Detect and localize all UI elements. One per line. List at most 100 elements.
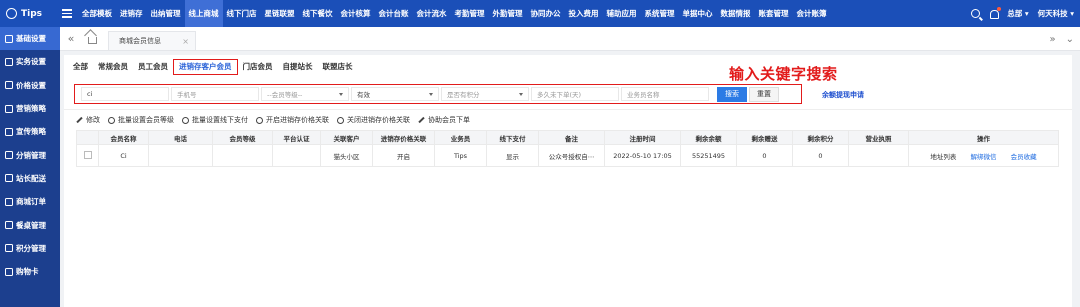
col-balance[interactable]: 剩余余额 [680, 130, 737, 145]
enable-price-link-button[interactable]: 开启进销存价格关联 [256, 115, 329, 125]
nav-item-office[interactable]: 协同办公 [527, 0, 565, 27]
phone-input[interactable]: 手机号 [171, 87, 259, 101]
brand-name: Tips [21, 8, 43, 19]
sidebar-item-distribution[interactable]: 分销管理 [0, 143, 60, 166]
table-row[interactable]: Ci 猫头小区 开启 Tips 显示 公众号授权自⋯ 2022-05-10 17… [76, 144, 1059, 167]
disable-price-link-button[interactable]: 关闭进销存价格关联 [337, 115, 410, 125]
bell-icon[interactable] [989, 6, 1002, 19]
status-select[interactable]: 有效 [351, 87, 439, 101]
sidebar-item-points[interactable]: 积分管理 [0, 237, 60, 260]
nav-item-offline-dining[interactable]: 线下餐饮 [299, 0, 337, 27]
cell-member-name: Ci [98, 144, 149, 167]
nav-item-online-mall[interactable]: 线上商城 [184, 0, 223, 27]
gear-icon [108, 116, 115, 124]
close-icon[interactable]: × [182, 37, 189, 46]
chart-icon [5, 244, 13, 253]
tab-all[interactable]: 全部 [68, 59, 93, 75]
nav-item-attendance[interactable]: 考勤管理 [451, 0, 489, 27]
nav-item-inventory[interactable]: 进销存 [116, 0, 147, 27]
nav-item-accounting[interactable]: 会计核算 [337, 0, 375, 27]
nav-item-star-alliance[interactable]: 星链联盟 [261, 0, 299, 27]
nav-item-system[interactable]: 系统管理 [641, 0, 679, 27]
chart-icon [5, 267, 13, 276]
sidebar-item-mall-orders[interactable]: 商城订单 [0, 190, 60, 213]
nav-item-offline-store[interactable]: 线下门店 [223, 0, 261, 27]
nav-item-books[interactable]: 会计账簿 [793, 0, 831, 27]
col-member-name[interactable]: 会员名称 [98, 130, 149, 145]
tabs-scroll-left-icon[interactable]: « [60, 32, 82, 45]
col-gift[interactable]: 剩余赠送 [736, 130, 793, 145]
nav-item-expenses[interactable]: 投入费用 [565, 0, 603, 27]
tab-inventory-customer-members[interactable]: 进销存客户会员 [173, 59, 238, 75]
chevron-down-icon [429, 92, 433, 96]
col-price-link: 进销存价格关联 [372, 130, 435, 145]
nav-item-all-templates[interactable]: 全部模板 [78, 0, 116, 27]
company-selector[interactable]: 何天科技 ▾ [1038, 8, 1074, 19]
unbind-wechat-link[interactable]: 解绑微信 [971, 153, 997, 161]
edit-button[interactable]: 修改 [76, 115, 100, 125]
nav-item-documents[interactable]: 单据中心 [679, 0, 717, 27]
pencil-icon [418, 116, 425, 124]
table-header-row: 会员名称 电话 会员等级 平台认证 关联客户 进销存价格关联 业务员 线下支付 … [76, 130, 1059, 145]
reset-button[interactable]: 重置 [749, 86, 779, 102]
settings-icon [5, 34, 13, 43]
order-icon [5, 197, 13, 206]
col-points[interactable]: 剩余积分 [792, 130, 849, 145]
gear-icon [256, 116, 263, 124]
tab-regular-members[interactable]: 常规会员 [93, 59, 133, 75]
col-reg-time[interactable]: 注册时间 [604, 130, 681, 145]
menu-toggle-icon[interactable] [62, 9, 72, 18]
tab-member-info[interactable]: 商城会员信息 × [108, 31, 196, 50]
cell-points[interactable]: 0 [792, 144, 849, 167]
tab-store-members[interactable]: 门店会员 [238, 59, 278, 75]
nav-item-data-intel[interactable]: 数据情报 [717, 0, 755, 27]
sidebar-item-practice-settings[interactable]: 实务设置 [0, 50, 60, 73]
row-checkbox[interactable] [83, 150, 92, 159]
member-level-select[interactable]: --会员等级-- [261, 87, 349, 101]
withdraw-application-link[interactable]: 余额提现申请 [822, 90, 864, 100]
chart-icon [5, 221, 13, 230]
tab-pickup-station-heads[interactable]: 自提站长 [278, 59, 318, 75]
address-list-link[interactable]: 地址列表 [930, 153, 956, 161]
chevron-down-icon[interactable]: ⌄ [1066, 34, 1074, 45]
brand-logo-icon [6, 8, 17, 19]
gear-icon [337, 116, 344, 124]
keyword-input[interactable]: ci [81, 87, 169, 101]
sidebar-item-marketing[interactable]: 营销策略 [0, 97, 60, 120]
sidebar-item-price-settings[interactable]: 价格设置 [0, 74, 60, 97]
notification-dot [997, 6, 1002, 11]
tab-staff-members[interactable]: 员工会员 [133, 59, 173, 75]
row-select[interactable] [76, 144, 99, 167]
nav-item-cashier[interactable]: 出纳管理 [147, 0, 185, 27]
tab-alliance-store-heads[interactable]: 联盟店长 [318, 59, 358, 75]
sidebar-item-promotion[interactable]: 宣传策略 [0, 120, 60, 143]
brand[interactable]: Tips [0, 8, 62, 19]
days-no-order-input[interactable]: 多久未下单(天) [531, 87, 619, 101]
sidebar-item-table-management[interactable]: 餐桌管理 [0, 213, 60, 236]
sidebar-item-basic-settings[interactable]: 基础设置 [0, 27, 60, 51]
nav-item-field-work[interactable]: 外勤管理 [489, 0, 527, 27]
cell-phone [148, 144, 213, 167]
nav-item-ledger[interactable]: 会计台账 [375, 0, 413, 27]
nav-item-account-sets[interactable]: 账套管理 [755, 0, 793, 27]
member-table: 会员名称 电话 会员等级 平台认证 关联客户 进销存价格关联 业务员 线下支付 … [76, 130, 1059, 167]
tab-member-info-label: 商城会员信息 [119, 37, 161, 45]
batch-offline-pay-button[interactable]: 批量设置线下支付 [182, 115, 248, 125]
batch-level-button[interactable]: 批量设置会员等级 [108, 115, 174, 125]
salesman-input[interactable]: 业务员名称 [621, 87, 709, 101]
cell-ops: 地址列表 解绑微信 会员收藏 [908, 144, 1059, 167]
sidebar-item-station-delivery[interactable]: 站长配送 [0, 167, 60, 190]
top-nav-items: 全部模板 进销存 出纳管理 线上商城 线下门店 星链联盟 线下餐饮 会计核算 会… [78, 0, 971, 27]
assist-order-button[interactable]: 协助会员下单 [418, 115, 470, 125]
home-icon[interactable] [82, 27, 102, 51]
member-favorites-link[interactable]: 会员收藏 [1011, 153, 1037, 161]
cell-remark: 公众号授权自⋯ [538, 144, 605, 167]
nav-item-aux-apps[interactable]: 辅助应用 [603, 0, 641, 27]
branch-selector[interactable]: 总部 ▾ [1007, 8, 1028, 19]
tabs-scroll-right-icon[interactable]: » [1049, 34, 1055, 45]
search-icon[interactable] [971, 9, 981, 18]
nav-item-journal[interactable]: 会计流水 [413, 0, 451, 27]
search-button[interactable]: 搜索 [717, 86, 747, 102]
sidebar-item-gift-card[interactable]: 购物卡 [0, 260, 60, 283]
points-select[interactable]: 是否有积分 [441, 87, 529, 101]
